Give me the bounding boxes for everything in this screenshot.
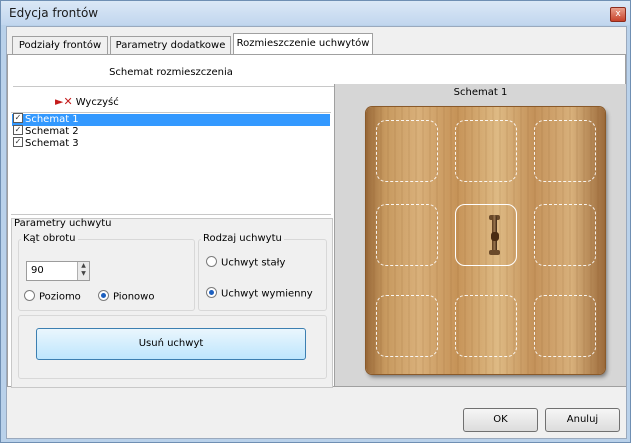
tab-strip: Podziały frontów Parametry dodatkowe Roz… <box>7 32 626 55</box>
radio-label: Uchwyt wymienny <box>221 288 313 300</box>
clear-x-icon: ►✕ <box>55 95 73 108</box>
tab-podzialy-frontow[interactable]: Podziały frontów <box>12 36 108 54</box>
handle-type-group: Rodzaj uchwytu <box>198 233 327 311</box>
remove-handle-button[interactable]: Usuń uchwyt <box>36 328 306 360</box>
list-item-label: Schemat 2 <box>25 126 79 137</box>
ok-button[interactable]: OK <box>463 408 538 432</box>
tab-parametry-dodatkowe[interactable]: Parametry dodatkowe <box>110 36 231 54</box>
angle-stepper[interactable]: 90 ▲ ▼ <box>26 261 90 281</box>
title-bar: Edycja frontów x <box>1 1 630 25</box>
left-pane: ►✕ Wyczyść ✓ Schemat 1 ✓ Schemat 2 ✓ Schemat… <box>11 89 333 388</box>
handle-slot[interactable] <box>455 120 517 182</box>
radio-uchwyt-staly[interactable]: Uchwyt stały <box>206 256 286 269</box>
handle-type-title: Rodzaj uchwytu <box>201 233 284 244</box>
front-panel-preview <box>366 107 605 374</box>
spin-down-icon[interactable]: ▼ <box>78 270 89 278</box>
radio-label: Pionowo <box>113 291 155 303</box>
schemes-list[interactable]: ✓ Schemat 1 ✓ Schemat 2 ✓ Schemat 3 <box>11 112 331 215</box>
tab-rozmieszczenie-uchwytow[interactable]: Rozmieszczenie uchwytów <box>233 33 373 55</box>
checkbox[interactable]: ✓ <box>13 137 23 147</box>
radio-circle <box>24 290 35 301</box>
radio-circle <box>206 287 217 298</box>
handle-slot[interactable] <box>534 295 596 357</box>
cancel-button[interactable]: Anuluj <box>545 408 620 432</box>
clear-button[interactable]: ►✕ Wyczyść <box>55 95 119 109</box>
section-title: Schemat rozmieszczenia <box>109 67 233 78</box>
radio-circle <box>98 290 109 301</box>
dialog-footer: OK Anuluj <box>7 388 626 438</box>
handle-knob <box>491 232 499 241</box>
radio-uchwyt-wymienny[interactable]: Uchwyt wymienny <box>206 287 313 300</box>
handle-params-group: Parametry uchwytu Kąt obrotu 90 ▲ ▼ Pozi… <box>11 218 333 388</box>
checkbox[interactable]: ✓ <box>13 113 23 123</box>
dialog-client-area: Podziały frontów Parametry dodatkowe Roz… <box>6 26 627 439</box>
handle-slot[interactable] <box>534 204 596 266</box>
handle-icon <box>488 215 502 255</box>
radio-circle <box>206 256 217 267</box>
list-item[interactable]: ✓ Schemat 1 <box>12 113 330 126</box>
handle-slot[interactable] <box>376 120 438 182</box>
dialog-window: Edycja frontów x Podziały frontów Parame… <box>0 0 631 443</box>
spin-up-icon[interactable]: ▲ <box>78 262 89 270</box>
angle-value: 90 <box>31 265 44 276</box>
spin-buttons[interactable]: ▲ ▼ <box>77 262 89 280</box>
radio-poziomo[interactable]: Poziomo <box>24 290 81 303</box>
handle-base <box>489 250 500 255</box>
list-item[interactable]: ✓ Schemat 2 <box>12 125 330 138</box>
handle-slot[interactable] <box>376 295 438 357</box>
handle-slot[interactable] <box>534 120 596 182</box>
radio-pionowo[interactable]: Pionowo <box>98 290 155 303</box>
handle-slot-active[interactable] <box>455 204 517 266</box>
list-item[interactable]: ✓ Schemat 3 <box>12 137 330 150</box>
window-title: Edycja frontów <box>9 6 99 20</box>
list-item-label: Schemat 1 <box>25 114 79 125</box>
angle-group-title: Kąt obrotu <box>21 233 78 244</box>
preview-pane: Schemat 1 <box>334 84 626 386</box>
checkbox[interactable]: ✓ <box>13 125 23 135</box>
handle-slot[interactable] <box>455 295 517 357</box>
preview-title: Schemat 1 <box>453 87 508 98</box>
close-icon[interactable]: x <box>610 7 626 22</box>
radio-label: Uchwyt stały <box>221 257 286 269</box>
clear-label: Wyczyść <box>75 97 119 108</box>
list-item-label: Schemat 3 <box>25 138 79 149</box>
radio-label: Poziomo <box>39 291 81 303</box>
params-title: Parametry uchwytu <box>14 218 112 229</box>
handle-slot[interactable] <box>376 204 438 266</box>
tab-panel: Schemat rozmieszczenia ►✕ Wyczyść ✓ Schema… <box>7 55 626 388</box>
